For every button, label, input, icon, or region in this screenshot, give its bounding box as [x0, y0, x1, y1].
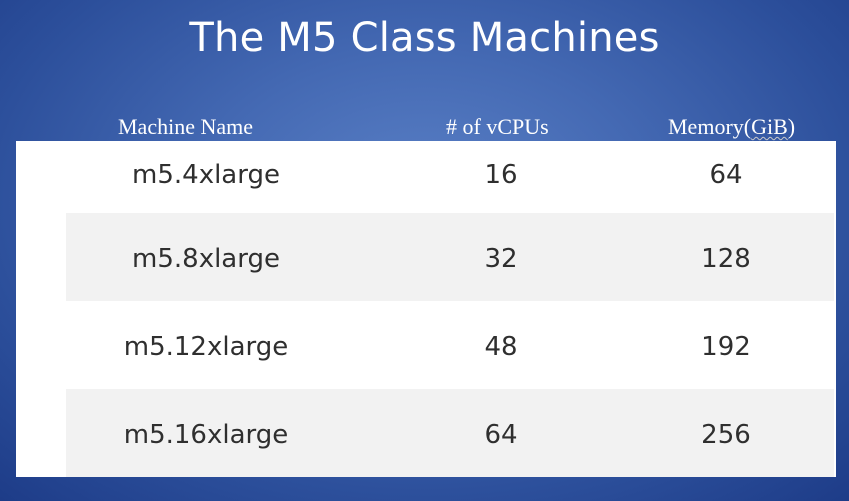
machine-name-cell: m5.12xlarge: [123, 332, 289, 362]
table-row: m5.4xlarge 16 64: [66, 138, 834, 212]
vcpus-cell: 32: [484, 244, 518, 274]
machine-table: m5.4xlarge 16 64 m5.8xlarge 32 128 m5.12…: [16, 141, 836, 477]
memory-header-label: Memory(GiB): [668, 114, 796, 139]
vcpus-cell: 48: [484, 332, 518, 362]
memory-cell: 192: [701, 332, 751, 362]
table-row: m5.12xlarge 48 192: [66, 301, 834, 389]
vcpus-cell: 16: [484, 160, 518, 190]
column-header-memory: Memory(GiB): [668, 113, 795, 141]
machine-name-cell: m5.4xlarge: [132, 160, 280, 190]
spellcheck-underline: GiB: [751, 114, 788, 139]
machine-name-cell: m5.8xlarge: [132, 244, 280, 274]
memory-cell: 256: [701, 420, 751, 450]
slide-title: The M5 Class Machines: [189, 15, 660, 61]
column-header-vcpus: # of vCPUs: [446, 114, 549, 139]
vcpus-cell: 64: [484, 420, 518, 450]
memory-cell: 64: [709, 160, 743, 190]
machine-name-cell: m5.16xlarge: [123, 420, 289, 450]
table-row: m5.8xlarge 32 128: [66, 213, 834, 301]
memory-cell: 128: [701, 244, 751, 274]
column-header-machine-name: Machine Name: [118, 114, 253, 139]
table-row: m5.16xlarge 64 256: [66, 389, 834, 477]
